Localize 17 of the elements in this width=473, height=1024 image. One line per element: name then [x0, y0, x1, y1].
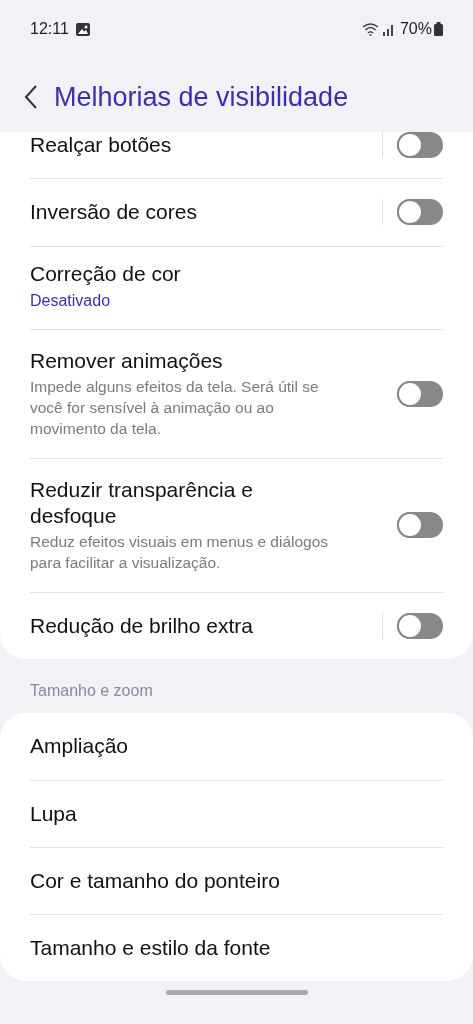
setting-title[interactable]: Lupa — [30, 800, 443, 827]
battery-level: 70% — [399, 19, 432, 39]
page-title: Melhorias de visibilidade — [54, 80, 349, 114]
setting-title[interactable]: Inversão de cores — [30, 199, 368, 226]
setting-title[interactable]: Correção de cor — [30, 260, 443, 287]
section-label: Tamanho e zoom — [29, 681, 154, 702]
setting-value: Desativado — [30, 290, 112, 311]
setting-title[interactable]: Redução de brilho extra — [30, 613, 368, 640]
setting-title[interactable]: Realçar botões — [30, 132, 368, 159]
setting-title[interactable]: Ampliação — [30, 733, 443, 760]
setting-description: Impede alguns efeitos da tela. Será útil se você for sensível à animação ou ao movimento da tela. — [30, 377, 320, 439]
setting-description: Reduz efeitos visuais em menus e diálogos para facilitar a visualização. — [30, 532, 330, 574]
setting-title[interactable]: Reduzir transparência e desfoque — [30, 476, 335, 530]
setting-title[interactable]: Remover animações — [30, 347, 335, 374]
status-time: 12:11 — [30, 19, 69, 39]
setting-title[interactable]: Tamanho e estilo da fonte — [30, 935, 443, 962]
setting-title[interactable]: Cor e tamanho do ponteiro — [30, 867, 443, 895]
